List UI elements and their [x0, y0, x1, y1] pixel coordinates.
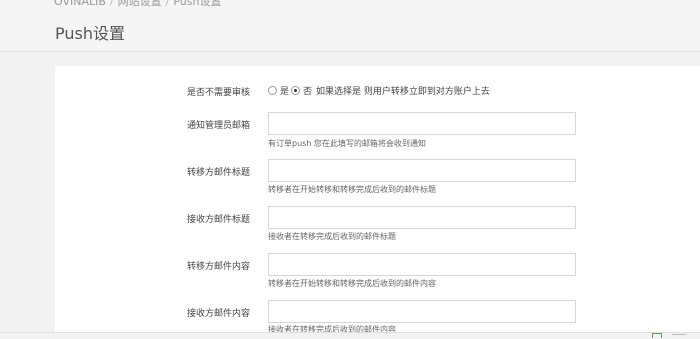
- review-radio-group: 是 否 如果选择是 则用户转移立即到对方账户上去: [268, 83, 490, 97]
- review-radio-no-label[interactable]: 否: [303, 84, 312, 97]
- breadcrumb: OVINALIB / 网站设置 / Push设置: [54, 0, 221, 9]
- breadcrumb-parent[interactable]: 网站设置: [118, 0, 162, 8]
- receiver-subject-help: 接收者在转移完成后收到的邮件标题: [268, 232, 396, 241]
- receiver-content-label: 接收方邮件内容: [186, 309, 250, 319]
- sender-content-label: 转移方邮件内容: [186, 262, 250, 272]
- receiver-content-input[interactable]: [268, 300, 576, 323]
- page-title: Push设置: [55, 24, 125, 43]
- sender-subject-help: 转移者在开始转移和转移完成后收到的邮件标题: [268, 185, 436, 194]
- breadcrumb-current: Push设置: [173, 0, 222, 8]
- admin-email-input[interactable]: [268, 112, 576, 135]
- sender-content-help: 转移者在开始转移和转移完成后收到的邮件内容: [268, 279, 436, 288]
- review-radio-no[interactable]: [291, 85, 301, 95]
- admin-email-help: 有订单push 您在此填写的邮箱将会收到通知: [268, 139, 426, 148]
- scroll-top-icon[interactable]: [652, 333, 662, 338]
- settings-form-panel: 是否不需要审核 是 否 如果选择是 则用户转移立即到对方账户上去 通知管理员邮箱…: [55, 66, 700, 334]
- breadcrumb-separator: /: [109, 0, 114, 8]
- sender-subject-input[interactable]: [268, 159, 576, 182]
- page-header: OVINALIB / 网站设置 / Push设置 Push设置: [0, 0, 700, 52]
- receiver-subject-input[interactable]: [268, 206, 576, 229]
- breadcrumb-separator: /: [165, 0, 170, 8]
- review-help: 如果选择是 则用户转移立即到对方账户上去: [316, 86, 490, 97]
- review-radio-yes-label[interactable]: 是: [280, 84, 289, 97]
- divider: [672, 334, 686, 335]
- review-radio-yes[interactable]: [268, 85, 277, 95]
- breadcrumb-home[interactable]: OVINALIB: [54, 0, 106, 8]
- admin-email-label: 通知管理员邮箱: [186, 121, 250, 131]
- receiver-subject-label: 接收方邮件标题: [186, 215, 250, 225]
- sender-content-input[interactable]: [268, 253, 576, 276]
- sender-subject-label: 转移方邮件标题: [186, 168, 250, 178]
- review-label: 是否不需要审核: [186, 88, 250, 98]
